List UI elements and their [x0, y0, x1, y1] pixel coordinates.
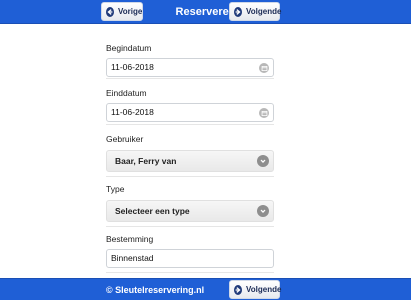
bestemming-label: Bestemming — [106, 234, 154, 244]
next-button-bottom[interactable]: Volgende — [229, 280, 282, 299]
einddatum-value: 11-06-2018 — [111, 107, 154, 117]
divider — [106, 176, 274, 177]
calendar-icon[interactable] — [259, 63, 269, 73]
einddatum-group: Einddatum 11-06-2018 — [106, 88, 274, 122]
begindatum-group: Begindatum 11-06-2018 — [106, 43, 274, 77]
begindatum-label: Begindatum — [106, 43, 152, 53]
type-group: Type Selecteer een type — [106, 184, 274, 222]
gebruiker-select[interactable]: Baar, Ferry van — [106, 150, 274, 172]
chevron-down-icon — [257, 155, 269, 167]
einddatum-field[interactable]: 11-06-2018 — [106, 103, 274, 122]
gebruiker-group: Gebruiker Baar, Ferry van — [106, 134, 274, 172]
divider — [106, 272, 274, 273]
gebruiker-label: Gebruiker — [106, 134, 144, 144]
arrow-left-icon — [106, 6, 114, 17]
divider — [106, 124, 274, 125]
divider — [106, 226, 274, 227]
divider — [106, 78, 274, 79]
next-button-top-label: Volgende — [246, 7, 282, 16]
type-value: Selecteer een type — [115, 206, 190, 216]
top-bar: Reserveren Vorige Volgende — [0, 0, 411, 24]
gebruiker-value: Baar, Ferry van — [115, 156, 177, 166]
arrow-right-icon — [234, 284, 242, 295]
next-button-top[interactable]: Volgende — [229, 2, 282, 21]
prev-button-label: Vorige — [118, 7, 143, 16]
bestemming-group: Bestemming Binnenstad — [106, 234, 274, 268]
bottom-bar: © Sleutelreservering.nl Volgende — [0, 278, 411, 300]
einddatum-label: Einddatum — [106, 88, 147, 98]
next-button-bottom-label: Volgende — [246, 285, 282, 294]
begindatum-value: 11-06-2018 — [111, 62, 154, 72]
begindatum-field[interactable]: 11-06-2018 — [106, 58, 274, 77]
page-title: Reserveren — [175, 6, 236, 18]
type-select[interactable]: Selecteer een type — [106, 200, 274, 222]
calendar-icon[interactable] — [259, 108, 269, 118]
bestemming-field[interactable]: Binnenstad — [106, 249, 274, 268]
type-label: Type — [106, 184, 125, 194]
chevron-down-icon — [257, 205, 269, 217]
copyright-text: © Sleutelreservering.nl — [106, 285, 205, 295]
bestemming-value: Binnenstad — [111, 253, 154, 263]
arrow-right-icon — [234, 6, 242, 17]
prev-button[interactable]: Vorige — [101, 2, 143, 21]
